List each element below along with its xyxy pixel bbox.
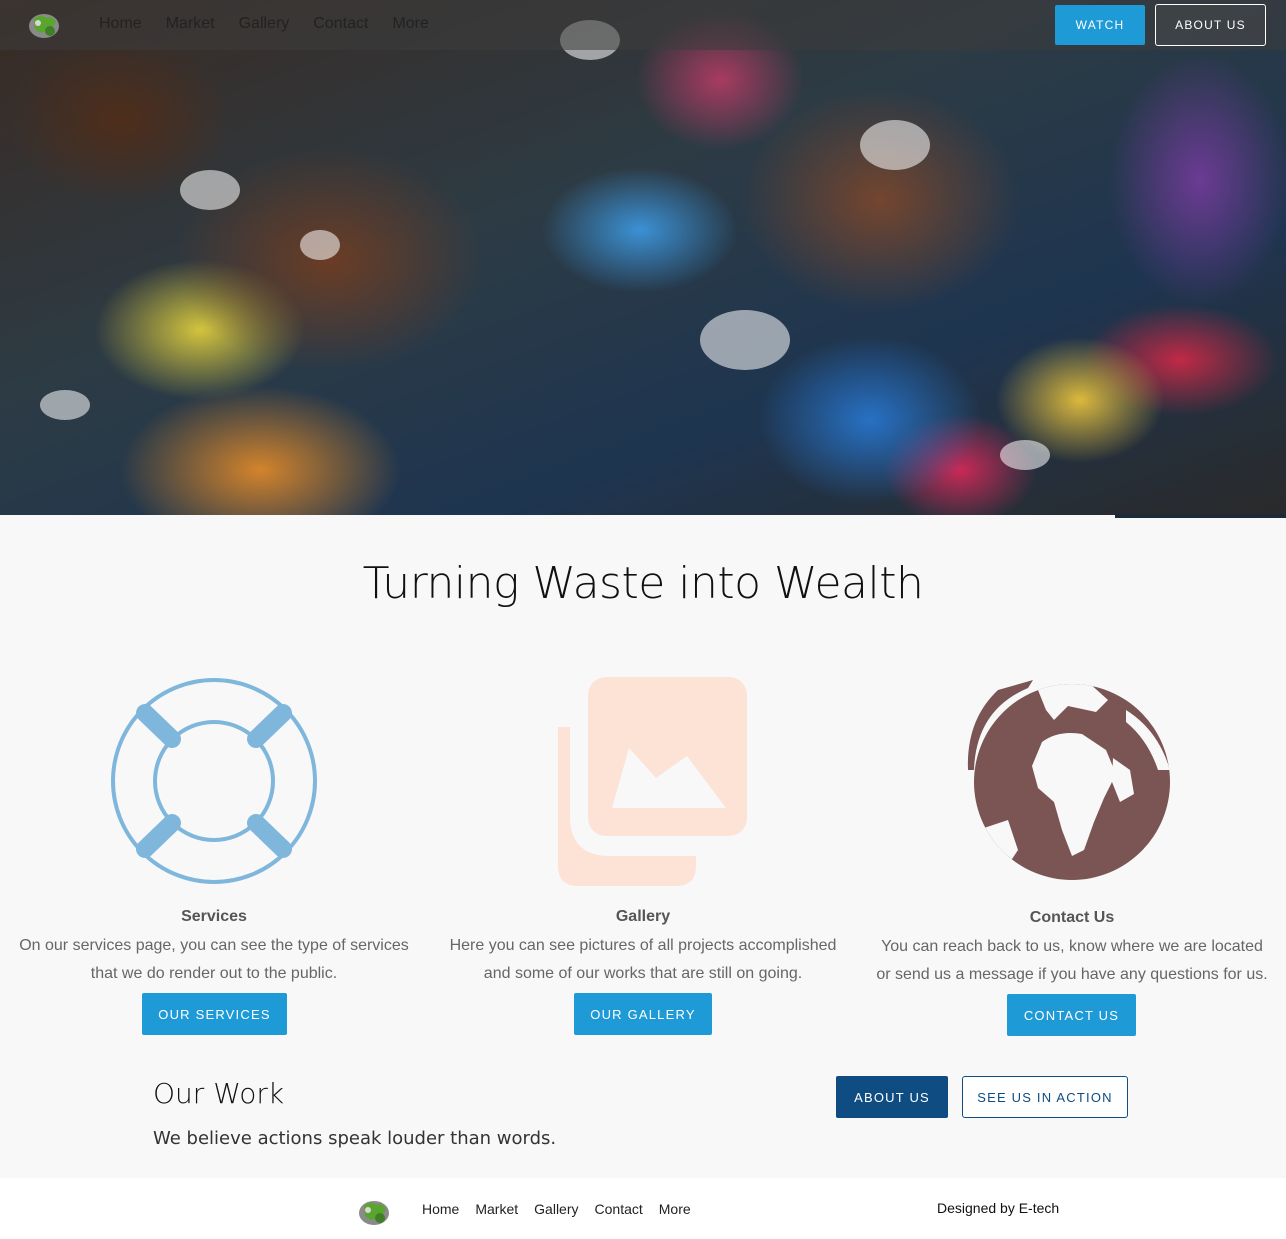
feature-description: Here you can see pictures of all project…	[449, 937, 837, 982]
footer-links: Home Market Gallery Contact More	[422, 1201, 707, 1217]
feature-description: On our services page, you can see the ty…	[19, 937, 409, 982]
our-work-title: Our Work	[153, 1077, 285, 1110]
feature-title: Services	[181, 908, 247, 925]
image-gallery-icon	[558, 677, 747, 886]
contact-us-button[interactable]: CONTACT US	[1007, 994, 1136, 1036]
logo-icon[interactable]	[26, 9, 62, 41]
footer-link-home[interactable]: Home	[422, 1201, 459, 1217]
footer-link-contact[interactable]: Contact	[595, 1201, 643, 1217]
nav-links: Home Market Gallery Contact More	[99, 15, 453, 33]
page-headline: Turning Waste into Wealth	[362, 558, 924, 609]
hero-image	[0, 0, 1286, 515]
our-work-subtitle: We believe actions speak louder than wor…	[153, 1128, 557, 1149]
footer-link-gallery[interactable]: Gallery	[534, 1201, 578, 1217]
nav-gallery[interactable]: Gallery	[239, 15, 290, 33]
about-us-button[interactable]: ABOUT US	[836, 1076, 948, 1118]
globe-icon	[967, 680, 1170, 880]
feature-description: You can reach back to us, know where we …	[876, 938, 1268, 983]
hero-divider	[1115, 514, 1286, 518]
nav-more[interactable]: More	[392, 15, 428, 33]
feature-title: Contact Us	[1029, 909, 1115, 926]
footer-link-market[interactable]: Market	[475, 1201, 518, 1217]
lifebuoy-icon	[111, 678, 317, 884]
our-services-button[interactable]: OUR SERVICES	[142, 993, 287, 1035]
our-gallery-button[interactable]: OUR GALLERY	[574, 993, 712, 1035]
watch-button[interactable]: WATCH	[1055, 5, 1145, 45]
designer-credit: Designed by E-tech	[937, 1200, 1060, 1216]
top-navbar: Home Market Gallery Contact More WATCH A…	[0, 0, 1286, 50]
footer-link-more[interactable]: More	[659, 1201, 691, 1217]
feature-title: Gallery	[615, 908, 671, 925]
see-us-in-action-button[interactable]: SEE US IN ACTION	[962, 1076, 1128, 1118]
nav-contact[interactable]: Contact	[313, 15, 368, 33]
nav-home[interactable]: Home	[99, 15, 142, 33]
footer: Home Market Gallery Contact More Designe…	[0, 1178, 1286, 1239]
about-us-button-header[interactable]: ABOUT US	[1155, 4, 1266, 46]
footer-logo-icon[interactable]	[356, 1196, 392, 1228]
nav-market[interactable]: Market	[166, 15, 215, 33]
